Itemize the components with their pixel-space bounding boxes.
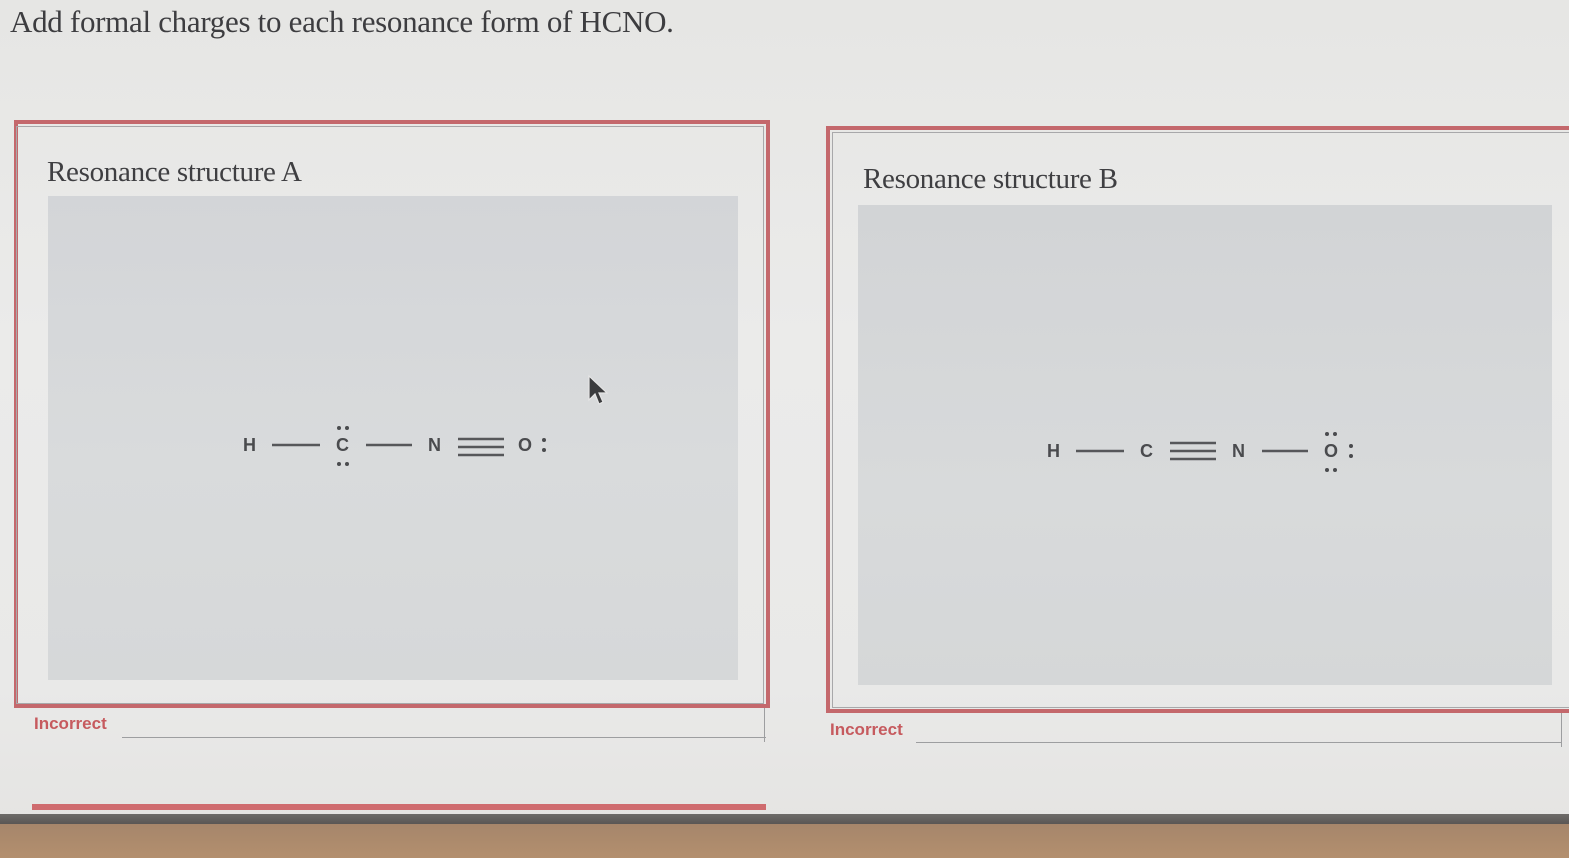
- feedback-b: Incorrect: [830, 720, 903, 739]
- atom-o-b[interactable]: O: [1324, 441, 1338, 461]
- lone-pair-dot: [1333, 468, 1337, 472]
- lone-pair-dot: [1333, 432, 1337, 436]
- molecule-structure-b[interactable]: H C N O: [1040, 426, 1360, 478]
- molecule-a-svg: H C N O: [243, 426, 546, 466]
- lone-pair-dot: [345, 426, 349, 430]
- lone-pair-dot: [1325, 468, 1329, 472]
- feedback-a-border: [764, 708, 765, 742]
- atom-c-b[interactable]: C: [1140, 441, 1153, 461]
- panel-b-title: Resonance structure B: [863, 163, 1118, 195]
- mouse-pointer-icon: [588, 374, 609, 405]
- atom-h-a[interactable]: H: [243, 435, 256, 455]
- feedback-a-underline: [122, 737, 766, 738]
- panel-a-title: Resonance structure A: [47, 156, 302, 188]
- feedback-b-underline: [916, 742, 1562, 743]
- lone-pair-dot: [337, 426, 341, 430]
- atom-n-a[interactable]: N: [428, 435, 441, 455]
- lone-pair-dot: [542, 448, 546, 452]
- monitor-bezel: [0, 824, 1569, 858]
- atom-c-a[interactable]: C: [336, 435, 349, 455]
- lone-pair-dot: [345, 462, 349, 466]
- feedback-b-border: [1561, 713, 1562, 747]
- lone-pair-dot: [337, 462, 341, 466]
- lone-pair-dot: [1349, 444, 1353, 448]
- atom-h-b[interactable]: H: [1047, 441, 1060, 461]
- feedback-a: Incorrect: [34, 714, 107, 733]
- screen-edge: [0, 814, 1569, 824]
- lone-pair-dot: [1325, 432, 1329, 436]
- lone-pair-dot: [542, 438, 546, 442]
- lone-pair-dot: [1349, 454, 1353, 458]
- atom-n-b[interactable]: N: [1232, 441, 1245, 461]
- question-text: Add formal charges to each resonance for…: [10, 4, 674, 39]
- status-strip: [32, 804, 766, 810]
- molecule-b-svg: H C N O: [1047, 432, 1353, 472]
- atom-o-a[interactable]: O: [518, 435, 532, 455]
- molecule-structure-a[interactable]: H C N O: [236, 420, 556, 472]
